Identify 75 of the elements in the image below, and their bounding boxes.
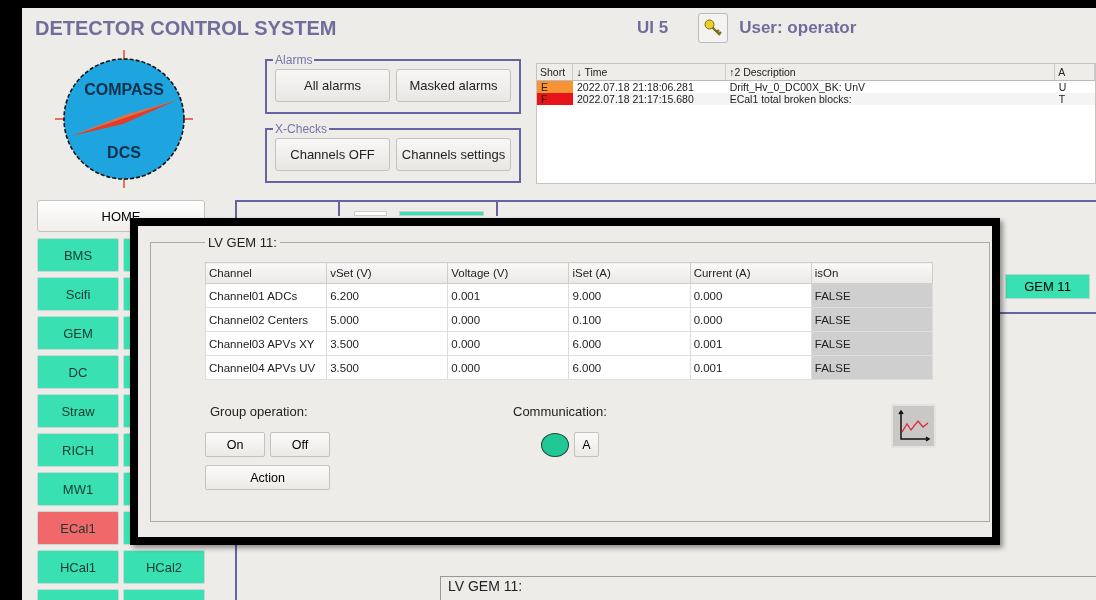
table-cell: 0.001 — [447, 283, 569, 308]
ui-label: UI 5 — [637, 18, 669, 38]
table-cell: 0.100 — [568, 307, 691, 332]
table-cell: 2022.07.18 21:18:06.281 — [572, 80, 726, 93]
group-button[interactable]: Off — [270, 432, 330, 457]
table-cell: Channel02 Centers — [205, 307, 327, 332]
table-cell: T — [1054, 93, 1095, 105]
table-cell: 0.000 — [447, 331, 569, 356]
table-cell: FALSE — [811, 355, 933, 380]
table-cell: FALSE — [811, 307, 933, 332]
table-cell: Drift_Hv_0_DC00X_BK: UnV — [725, 80, 1055, 93]
column-header[interactable]: A — [1054, 64, 1095, 81]
channel-button[interactable]: A — [574, 432, 599, 457]
table-cell: 6.000 — [568, 331, 691, 356]
detector-button[interactable]: GEM — [37, 316, 119, 350]
column-header: Voltage (V) — [447, 262, 569, 284]
toolbar-button[interactable]: Channels OFF — [275, 138, 391, 171]
section-label: Communication: — [513, 404, 608, 421]
action-button[interactable]: Action — [205, 465, 330, 490]
section-label: Group operation: — [209, 404, 309, 421]
detector-button[interactable]: Straw — [37, 394, 119, 428]
table-cell: 3.500 — [326, 355, 448, 380]
chart-icon — [895, 408, 932, 444]
group-button[interactable]: On — [205, 432, 265, 457]
table-cell: 0.001 — [690, 355, 812, 380]
compass-logo: COMPASS DCS — [53, 48, 195, 190]
login-button[interactable] — [698, 13, 729, 43]
detector-button[interactable]: ECal1 — [37, 511, 119, 545]
table-cell: 0.000 — [447, 355, 569, 380]
table-cell: 6.200 — [326, 283, 448, 308]
table-cell: FALSE — [811, 331, 933, 356]
table-cell: ECal1 total broken blocks: — [725, 93, 1055, 105]
column-header: isOn — [811, 262, 933, 284]
toolbar-button[interactable]: Masked alarms — [396, 69, 511, 102]
column-header: Current (A) — [690, 262, 812, 284]
group-title: X-Checks — [274, 122, 329, 136]
detector-button[interactable]: DC — [37, 355, 119, 389]
column-header[interactable]: ↓ Time — [572, 64, 726, 81]
table-cell: 0.000 — [690, 283, 812, 308]
column-header: iSet (A) — [568, 262, 691, 284]
app-title: DETECTOR CONTROL SYSTEM — [35, 16, 338, 40]
table-cell: U — [1054, 80, 1095, 93]
status-button[interactable] — [399, 211, 484, 217]
table-cell: 0.000 — [690, 307, 812, 332]
toolbar-button[interactable]: Channels settings — [396, 138, 511, 171]
table-cell: 2022.07.18 21:17:15.680 — [572, 93, 726, 105]
table-cell: 9.000 — [568, 283, 691, 308]
detector-button[interactable]: BMS — [37, 238, 119, 272]
column-header[interactable]: Short — [537, 64, 573, 81]
table-cell: FALSE — [811, 283, 933, 308]
table-cell: 5.000 — [326, 307, 448, 332]
table-cell: 3.500 — [326, 331, 448, 356]
table-cell: 6.000 — [568, 355, 691, 380]
detector-button[interactable]: MW1 — [37, 472, 119, 506]
group-title: LV GEM 11: — [207, 235, 278, 250]
user-label: User: operator — [739, 18, 857, 38]
detector-button[interactable]: RICH — [37, 433, 119, 467]
group-title: Alarms — [274, 53, 314, 67]
table-cell: 0.000 — [447, 307, 569, 332]
gem-button[interactable]: GEM 11 — [1005, 274, 1090, 300]
severity-cell: F — [537, 93, 573, 105]
detector-button[interactable]: HCal1 — [37, 550, 119, 584]
toolbar-button[interactable]: All alarms — [275, 69, 391, 102]
table-cell: Channel04 APVs UV — [205, 355, 327, 380]
table-cell: Channel03 APVs XY — [205, 331, 327, 356]
detector-button[interactable]: Scifi — [37, 277, 119, 311]
column-header: Channel — [205, 262, 327, 284]
small-button[interactable] — [354, 211, 387, 217]
key-icon — [703, 18, 724, 38]
table-cell: 0.001 — [690, 331, 812, 356]
column-header[interactable]: ↑2 Description — [725, 64, 1055, 81]
table-cell: Channel01 ADCs — [205, 283, 327, 308]
column-header: vSet (V) — [326, 262, 448, 284]
detector-button[interactable]: HCal2 — [123, 550, 205, 584]
trend-button[interactable] — [891, 404, 936, 448]
